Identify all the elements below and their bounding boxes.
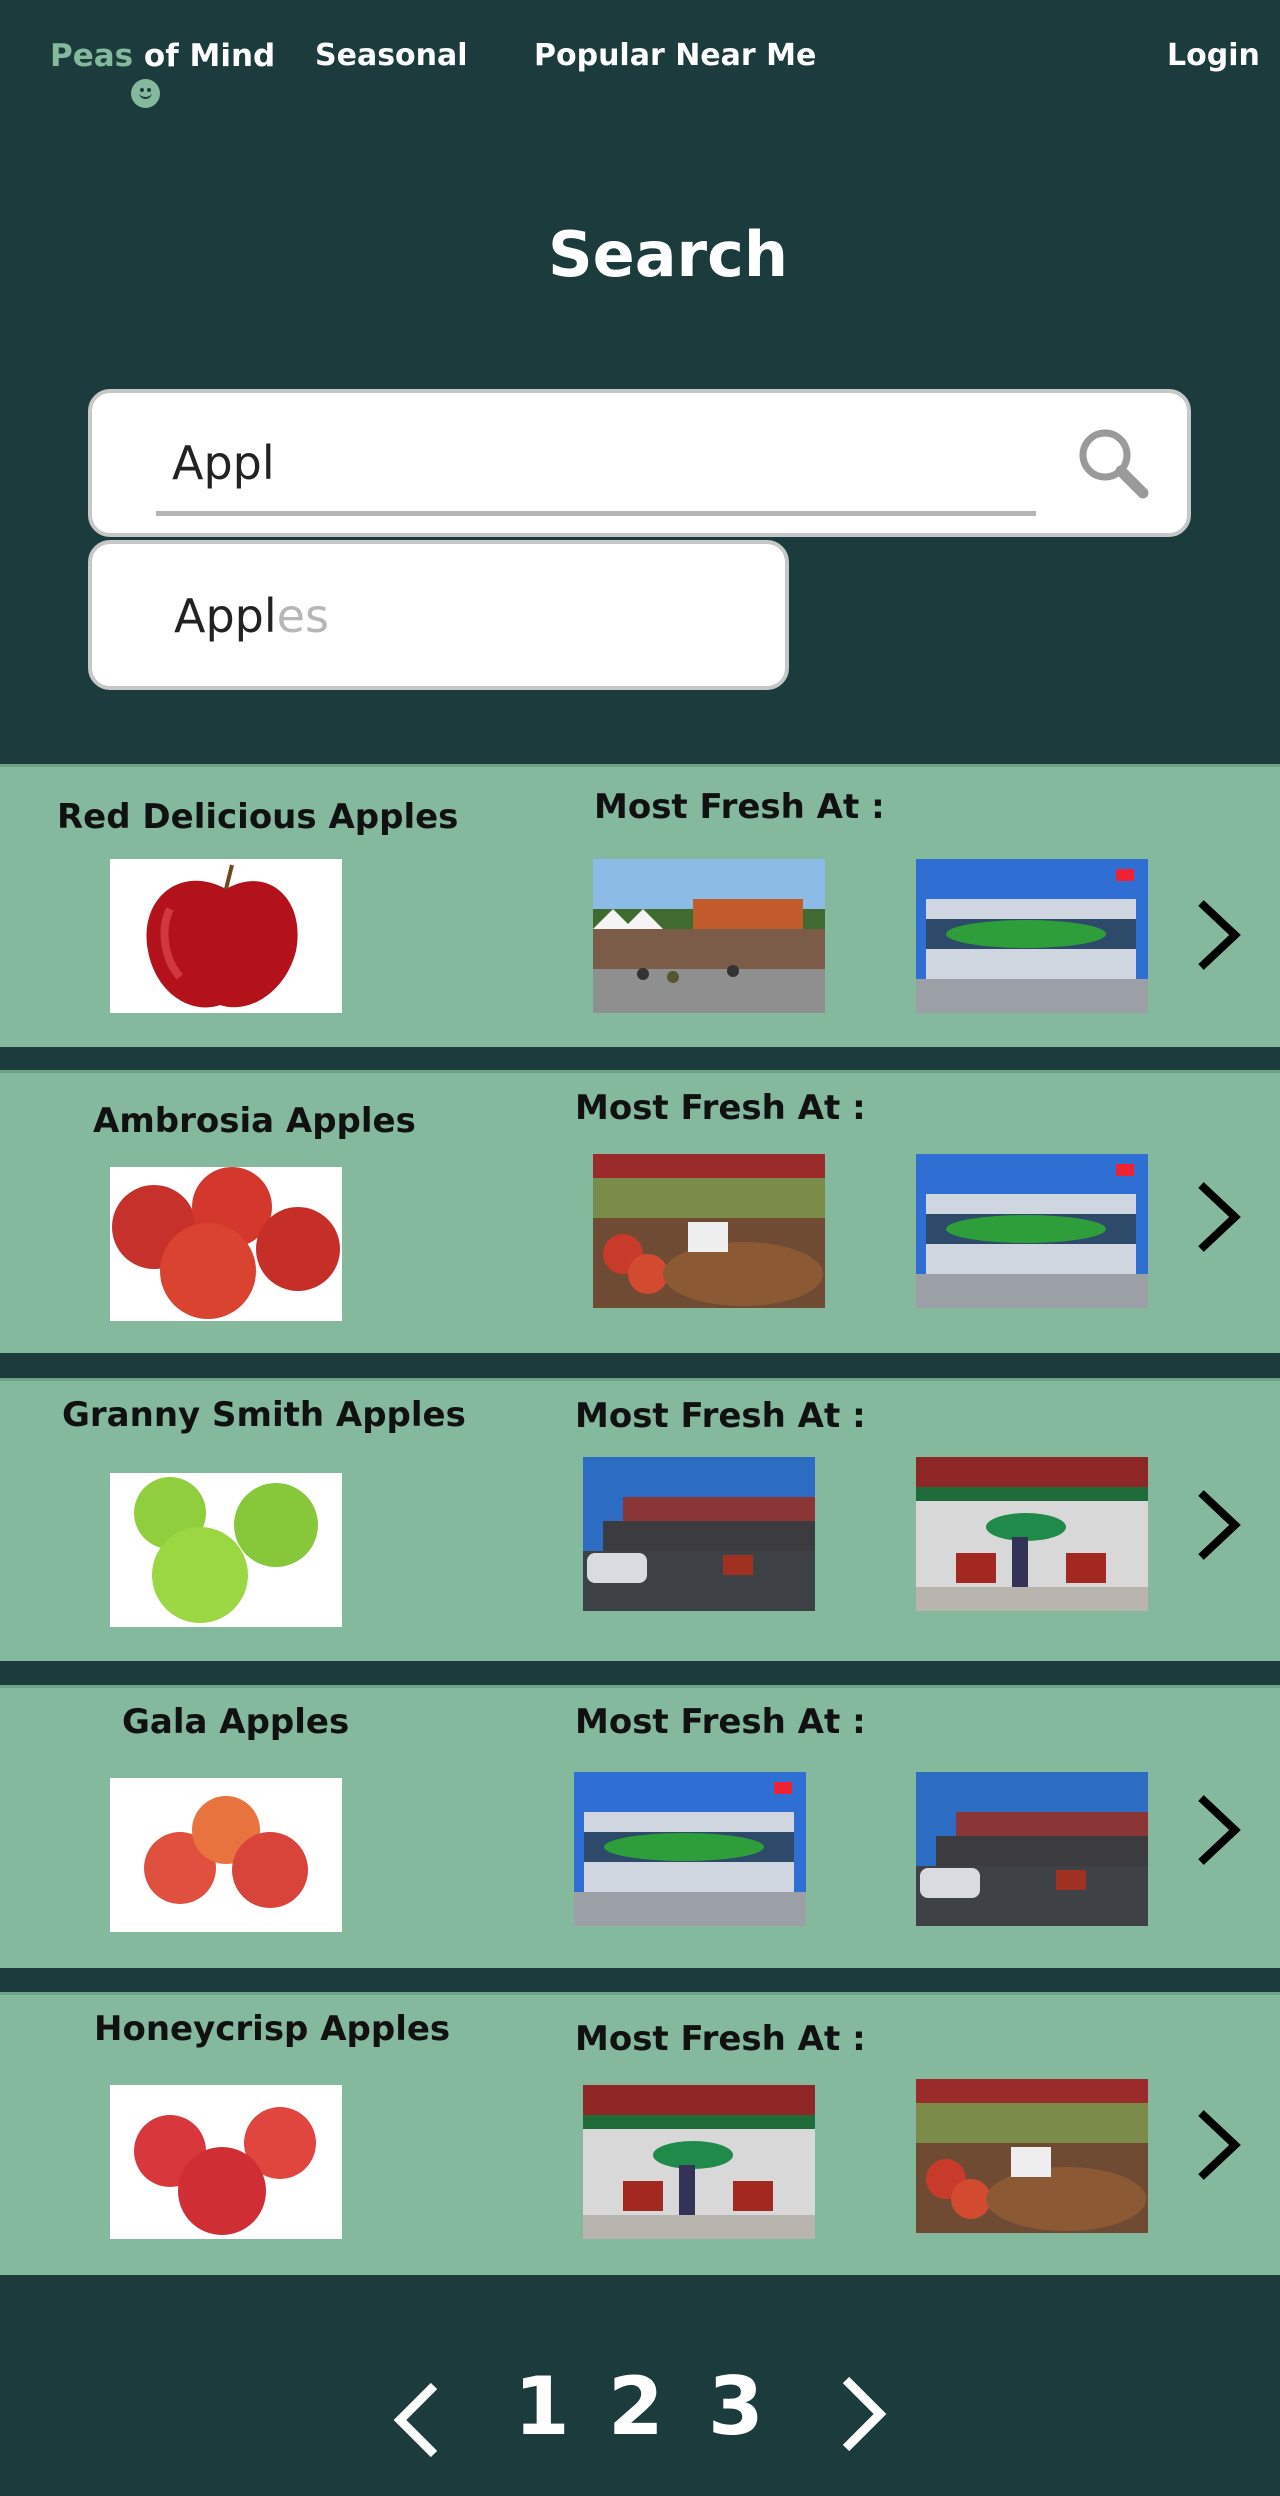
store-image-save-on-foods[interactable] — [916, 859, 1148, 1013]
suggestion-typed: Appl — [174, 589, 277, 643]
search-underline — [156, 511, 1036, 516]
product-image — [110, 1167, 342, 1321]
most-fresh-label: Most Fresh At : — [575, 2019, 866, 2059]
autocomplete-suggestion[interactable]: Apples — [88, 540, 789, 690]
prev-page-icon[interactable] — [392, 2380, 442, 2460]
store-image-save-on-foods[interactable] — [916, 1154, 1148, 1308]
product-image — [110, 1778, 342, 1932]
store-image-langley-farm-market[interactable] — [916, 1772, 1148, 1926]
brand-peas: Peas — [50, 38, 134, 74]
most-fresh-label: Most Fresh At : — [575, 1702, 866, 1742]
page-2[interactable]: 2 — [608, 2360, 664, 2453]
chevron-right-icon[interactable] — [1195, 1179, 1243, 1255]
brand-of-mind: of Mind — [143, 38, 276, 74]
result-card[interactable]: Honeycrisp Apples Most Fresh At : — [0, 1992, 1280, 2275]
product-image — [110, 859, 342, 1013]
smiley-icon — [131, 79, 160, 108]
pagination: 1 2 3 — [0, 2360, 1280, 2460]
login-link[interactable]: Login — [1167, 38, 1260, 73]
product-name: Ambrosia Apples — [93, 1101, 416, 1141]
store-image-produce-bins[interactable] — [916, 2079, 1148, 2233]
chevron-right-icon[interactable] — [1195, 1792, 1243, 1868]
product-name: Honeycrisp Apples — [94, 2009, 451, 2049]
next-page-icon[interactable] — [838, 2374, 888, 2454]
product-name: Granny Smith Apples — [62, 1395, 466, 1435]
result-card[interactable]: Ambrosia Apples Most Fresh At : — [0, 1070, 1280, 1353]
store-image-langley-farm-market[interactable] — [583, 1457, 815, 1611]
suggestion-text: Apples — [174, 589, 329, 643]
store-image-produce-bins[interactable] — [593, 1154, 825, 1308]
most-fresh-label: Most Fresh At : — [575, 1088, 866, 1128]
search-icon[interactable] — [1073, 423, 1153, 503]
product-image — [110, 2085, 342, 2239]
nav-link-popular-near-me[interactable]: Popular Near Me — [534, 38, 816, 73]
suggestion-completion: es — [276, 589, 329, 643]
chevron-right-icon[interactable] — [1195, 2107, 1243, 2183]
chevron-right-icon[interactable] — [1195, 897, 1243, 973]
page-title: Search — [547, 218, 788, 291]
page-3[interactable]: 3 — [708, 2360, 764, 2453]
product-image — [110, 1473, 342, 1627]
product-name: Gala Apples — [122, 1702, 350, 1742]
top-nav: Peas of Mind Seasonal Popular Near Me Lo… — [0, 0, 1280, 120]
search-input[interactable] — [172, 433, 732, 493]
store-image-farm-market-stand[interactable] — [583, 2085, 815, 2239]
most-fresh-label: Most Fresh At : — [575, 1396, 866, 1436]
brand-logo-link[interactable]: Peas of Mind — [50, 38, 275, 74]
page-1[interactable]: 1 — [514, 2360, 570, 2453]
result-card[interactable]: Granny Smith Apples Most Fresh At : — [0, 1378, 1280, 1661]
result-card[interactable]: Red Delicious Apples Most Fresh At : — [0, 764, 1280, 1047]
search-box — [88, 389, 1191, 537]
nav-link-seasonal[interactable]: Seasonal — [315, 38, 468, 73]
chevron-right-icon[interactable] — [1195, 1487, 1243, 1563]
store-image-save-on-foods[interactable] — [574, 1772, 806, 1926]
product-name: Red Delicious Apples — [57, 797, 459, 837]
store-image-farmers-market[interactable] — [593, 859, 825, 1013]
most-fresh-label: Most Fresh At : — [594, 787, 885, 827]
store-image-farm-market-stand[interactable] — [916, 1457, 1148, 1611]
result-card[interactable]: Gala Apples Most Fresh At : — [0, 1685, 1280, 1968]
